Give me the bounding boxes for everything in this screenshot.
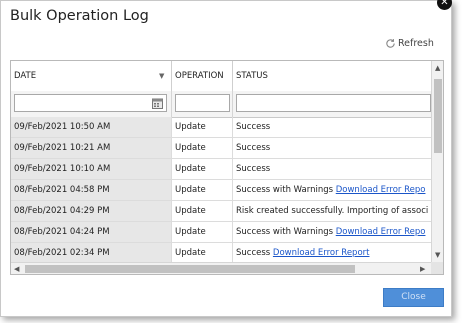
scroll-up-icon[interactable]: ▲: [435, 64, 440, 72]
download-error-report-link[interactable]: Download Error Repo: [336, 185, 426, 195]
close-dialog-button[interactable]: Close: [383, 288, 444, 307]
filter-cell-status: [233, 91, 431, 117]
scroll-down-icon[interactable]: ▼: [435, 251, 440, 259]
status-cell: Success Download Error Report: [233, 243, 431, 263]
status-cell: Success: [233, 138, 431, 158]
operation-cell: Update: [172, 243, 233, 263]
status-text: Success with Warnings: [236, 227, 334, 237]
grid-header: DATE ▼ OPERATION STATUS: [11, 61, 431, 92]
table-row[interactable]: 08/Feb/2021 04:24 PM Update Success with W…: [11, 222, 431, 243]
operation-cell: Update: [172, 159, 233, 179]
vertical-scroll-thumb[interactable]: [434, 79, 442, 153]
filter-row: [11, 91, 431, 118]
status-text: Success with Warnings: [236, 185, 334, 195]
scrollbar-corner: [431, 262, 443, 274]
operation-cell: Update: [172, 138, 233, 158]
download-error-report-link[interactable]: Download Error Report: [273, 248, 370, 258]
table-row[interactable]: 09/Feb/2021 10:21 AM Update Success: [11, 138, 431, 159]
date-cell: 08/Feb/2021 04:58 PM: [11, 180, 172, 200]
date-filter-input[interactable]: [14, 94, 167, 112]
column-header-status-label: STATUS: [236, 71, 268, 81]
status-text: Risk created successfully. Importing of …: [236, 206, 429, 216]
column-header-operation-label: OPERATION: [175, 71, 224, 81]
table-row[interactable]: 08/Feb/2021 04:29 PM Update Risk created s…: [11, 201, 431, 222]
horizontal-scroll-thumb[interactable]: [25, 265, 355, 273]
status-cell: Success with Warnings Download Error Rep…: [233, 180, 431, 200]
horizontal-scrollbar[interactable]: ◀ ▶: [11, 262, 431, 274]
status-filter-input[interactable]: [236, 94, 431, 112]
status-text: Success: [236, 164, 271, 174]
scroll-right-icon[interactable]: ▶: [420, 265, 425, 273]
operation-cell: Update: [172, 117, 233, 137]
column-header-status[interactable]: STATUS: [233, 61, 431, 91]
table-row[interactable]: 09/Feb/2021 10:50 AM Update Success: [11, 117, 431, 138]
sort-arrow-icon[interactable]: ▼: [159, 61, 164, 91]
column-header-date-label: DATE: [14, 71, 37, 81]
date-cell: 09/Feb/2021 10:50 AM: [11, 117, 172, 137]
refresh-button[interactable]: Refresh: [385, 38, 434, 49]
status-cell: Success: [233, 117, 431, 137]
filter-cell-operation: [172, 91, 233, 117]
calendar-icon[interactable]: [152, 98, 163, 109]
table-row[interactable]: 08/Feb/2021 04:58 PM Update Success with W…: [11, 180, 431, 201]
date-cell: 09/Feb/2021 10:21 AM: [11, 138, 172, 158]
date-cell: 08/Feb/2021 04:24 PM: [11, 222, 172, 242]
operation-cell: Update: [172, 201, 233, 221]
operation-filter-input[interactable]: [175, 94, 230, 112]
status-text: Success: [236, 143, 271, 153]
table-row[interactable]: 09/Feb/2021 10:10 AM Update Success: [11, 159, 431, 180]
status-text: Success: [236, 248, 271, 258]
vertical-scrollbar[interactable]: ▲ ▼: [431, 61, 443, 262]
operation-cell: Update: [172, 180, 233, 200]
table-row[interactable]: 08/Feb/2021 02:34 PM Update Success Downlo…: [11, 243, 431, 264]
column-header-date[interactable]: DATE ▼: [11, 61, 172, 91]
column-header-operation[interactable]: OPERATION: [172, 61, 233, 91]
refresh-icon: [386, 39, 395, 48]
status-cell: Success with Warnings Download Error Rep…: [233, 222, 431, 242]
refresh-label: Refresh: [398, 38, 434, 49]
scroll-left-icon[interactable]: ◀: [14, 265, 19, 273]
operation-log-grid: DATE ▼ OPERATION STATUS 09/Feb/2021 10:5…: [10, 60, 444, 275]
operation-cell: Update: [172, 222, 233, 242]
date-cell: 08/Feb/2021 04:29 PM: [11, 201, 172, 221]
dialog-title: Bulk Operation Log: [10, 8, 149, 24]
status-cell: Success: [233, 159, 431, 179]
bulk-operation-log-dialog: Bulk Operation Log Refresh DATE ▼ OPERAT…: [0, 0, 452, 317]
status-cell: Risk created successfully. Importing of …: [233, 201, 431, 221]
download-error-report-link[interactable]: Download Error Repo: [336, 227, 426, 237]
date-cell: 08/Feb/2021 02:34 PM: [11, 243, 172, 263]
date-cell: 09/Feb/2021 10:10 AM: [11, 159, 172, 179]
filter-cell-date: [11, 91, 172, 117]
grid-body: 09/Feb/2021 10:50 AM Update Success 09/Feb/…: [11, 117, 431, 274]
status-text: Success: [236, 122, 271, 132]
